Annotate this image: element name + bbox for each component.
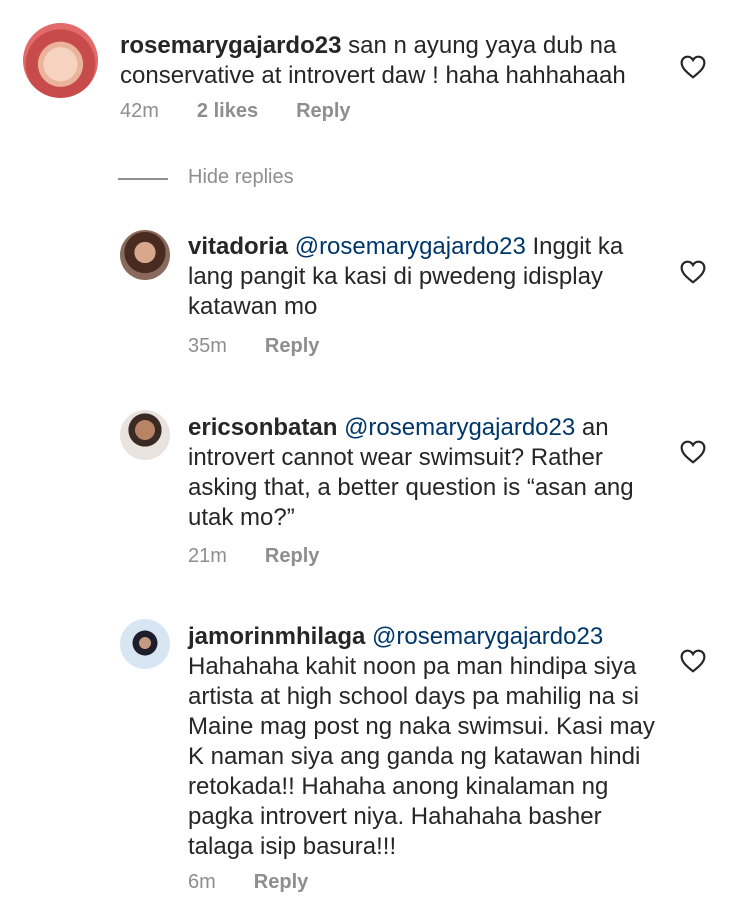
comment-username[interactable]: vitadoria — [188, 233, 288, 260]
avatar[interactable] — [23, 23, 98, 98]
comment-mention[interactable]: @rosemarygajardo23 — [372, 623, 603, 650]
comment-text: vitadoria @rosemarygajardo23 Inggit ka l… — [188, 232, 643, 322]
comment-time: 6m — [188, 871, 216, 893]
comment-text: ericsonbatan @rosemarygajardo23 an intro… — [188, 413, 658, 533]
heart-outline-icon[interactable] — [680, 440, 706, 464]
comment-time: 35m — [188, 335, 227, 357]
comment-meta: 6m Reply — [188, 871, 346, 894]
comment-time: 42m — [120, 100, 159, 122]
hide-replies-label[interactable]: Hide replies — [188, 166, 294, 189]
comment-username[interactable]: rosemarygajardo23 — [120, 32, 341, 59]
reply-button[interactable]: Reply — [265, 335, 319, 357]
comment-text: jamorinmhilaga @rosemarygajardo23 Hahaha… — [188, 622, 663, 862]
comment-body: Hahahaha kahit noon pa man hindipa siya … — [188, 653, 655, 860]
comment-meta: 42m 2 likes Reply — [120, 100, 389, 123]
reply-button[interactable]: Reply — [296, 100, 350, 122]
comment-likes[interactable]: 2 likes — [197, 100, 258, 122]
comment-meta: 35m Reply — [188, 335, 357, 358]
comment-meta: 21m Reply — [188, 545, 357, 568]
comment-time: 21m — [188, 545, 227, 567]
comment-mention[interactable]: @rosemarygajardo23 — [344, 414, 575, 441]
avatar[interactable] — [120, 619, 170, 669]
heart-outline-icon[interactable] — [680, 260, 706, 284]
divider-line — [118, 178, 168, 180]
comment-mention[interactable]: @rosemarygajardo23 — [295, 233, 526, 260]
reply-button[interactable]: Reply — [254, 871, 308, 893]
avatar[interactable] — [120, 410, 170, 460]
heart-outline-icon[interactable] — [680, 649, 706, 673]
heart-outline-icon[interactable] — [680, 55, 706, 79]
reply-button[interactable]: Reply — [265, 545, 319, 567]
comment-username[interactable]: jamorinmhilaga — [188, 623, 365, 650]
avatar[interactable] — [120, 230, 170, 280]
comment-text: rosemarygajardo23 san n ayung yaya dub n… — [120, 31, 660, 91]
comment-username[interactable]: ericsonbatan — [188, 414, 337, 441]
